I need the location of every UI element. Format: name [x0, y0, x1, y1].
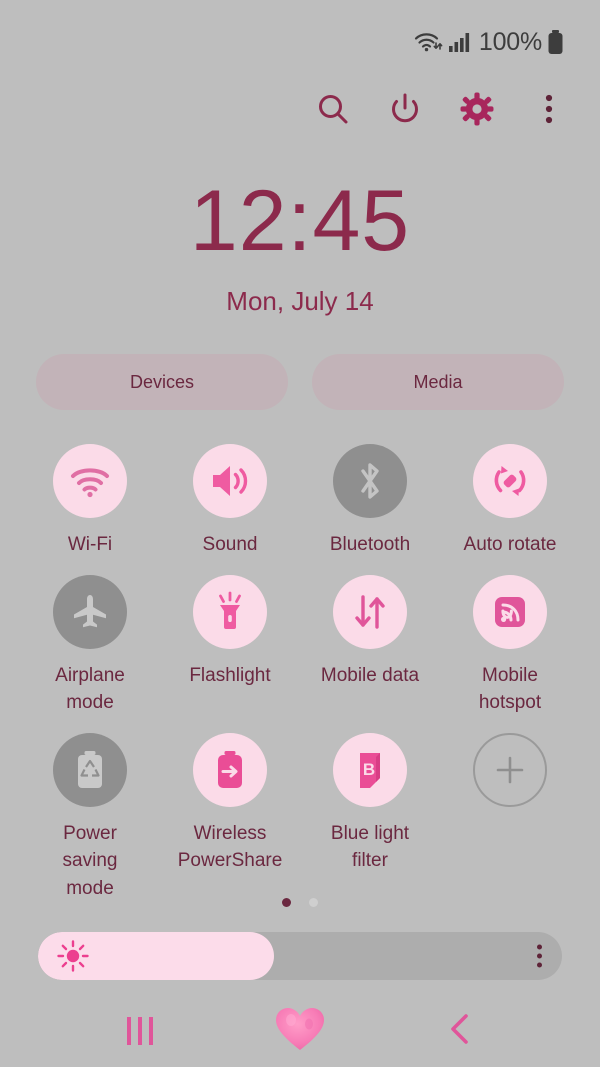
clock-date[interactable]: Mon, July 14 [0, 286, 600, 317]
tile-label: Auto rotate [463, 534, 557, 555]
cellular-signal-icon [448, 30, 472, 54]
tile-flashlight[interactable]: Flashlight [178, 574, 282, 717]
auto-rotate-icon [473, 444, 547, 518]
brightness-track[interactable] [38, 932, 562, 980]
settings-gear-icon[interactable] [456, 88, 498, 130]
battery-full-icon [547, 29, 564, 55]
tile-label: Flashlight [189, 664, 271, 686]
heart-home-icon [273, 1004, 327, 1059]
search-icon[interactable] [312, 88, 354, 130]
tile-airplane-mode[interactable]: Airplane mode [38, 574, 142, 717]
tile-mobile-data[interactable]: Mobile data [318, 574, 422, 717]
back-chevron-icon [447, 1012, 473, 1051]
mobile-data-icon [333, 574, 407, 649]
tile-label: Bluetooth [329, 534, 411, 555]
back-button[interactable] [420, 1003, 500, 1059]
power-icon[interactable] [384, 88, 426, 130]
battery-percent-label: 100% [478, 27, 542, 56]
brightness-sun-icon [56, 939, 90, 973]
mobile-hotspot-icon [473, 574, 547, 649]
brightness-slider[interactable] [38, 932, 562, 980]
tile-row: Power saving mode Wireless PowerShare B … [0, 732, 600, 903]
power-saving-icon [53, 732, 127, 807]
tile-label: Airplane mode [55, 664, 125, 714]
navigation-bar [0, 995, 600, 1067]
shortcut-pill-row: Devices Media [36, 354, 564, 410]
wifi-icon [53, 444, 127, 518]
tile-blue-light-filter[interactable]: B Blue light filter [318, 732, 422, 903]
clock-area: 12:45 Mon, July 14 [0, 178, 600, 317]
tile-auto-rotate[interactable]: Auto rotate [458, 444, 562, 559]
tile-power-saving-mode[interactable]: Power saving mode [38, 732, 142, 903]
tile-sound[interactable]: Sound [178, 444, 282, 559]
home-button[interactable] [260, 1003, 340, 1059]
tile-label: Mobile hotspot [478, 664, 542, 714]
tile-label: Blue light filter [330, 822, 410, 872]
header-icon-row [312, 88, 570, 130]
devices-button[interactable]: Devices [36, 354, 288, 410]
add-tile-icon [473, 732, 547, 807]
wireless-powershare-icon [193, 732, 267, 807]
tile-add-button[interactable] [458, 732, 562, 903]
brightness-options-icon[interactable] [537, 944, 542, 968]
recents-icon [127, 1017, 153, 1045]
tile-label: Mobile data [320, 664, 420, 686]
tile-row: Airplane mode Flashlight Mobile data Mob… [0, 574, 600, 717]
tile-label: Power saving mode [62, 822, 118, 899]
overflow-menu-icon[interactable] [528, 88, 570, 130]
tile-mobile-hotspot[interactable]: Mobile hotspot [458, 574, 562, 717]
flashlight-icon [193, 574, 267, 649]
tile-label: Sound [202, 534, 258, 555]
bluetooth-icon [333, 444, 407, 518]
airplane-icon [53, 574, 127, 649]
sound-icon [193, 444, 267, 518]
media-button[interactable]: Media [312, 354, 564, 410]
media-label: Media [413, 371, 463, 392]
status-bar: 100% [0, 0, 600, 84]
tile-row: Wi-Fi Sound Bluetooth Auto rotate [0, 444, 600, 559]
page-indicator [0, 898, 600, 907]
blue-light-filter-icon: B [333, 732, 407, 807]
recents-button[interactable] [100, 1003, 180, 1059]
page-dot-inactive[interactable] [309, 898, 318, 907]
clock-time[interactable]: 12:45 [0, 178, 600, 264]
tile-wifi[interactable]: Wi-Fi [38, 444, 142, 559]
tile-wireless-powershare[interactable]: Wireless PowerShare [177, 732, 283, 903]
devices-label: Devices [129, 371, 195, 392]
svg-text:B: B [363, 760, 375, 779]
wifi-transfer-icon [413, 29, 443, 55]
tile-label: Wi-Fi [67, 534, 113, 555]
tile-bluetooth[interactable]: Bluetooth [318, 444, 422, 559]
quick-settings-panel: { "status_bar": { "wifi_icon": "wifi-tra… [0, 0, 600, 1067]
tile-label: Wireless PowerShare [177, 822, 283, 872]
page-dot-active[interactable] [282, 898, 291, 907]
quick-settings-tile-grid: Wi-Fi Sound Bluetooth Auto rotate Airpla… [0, 444, 600, 918]
